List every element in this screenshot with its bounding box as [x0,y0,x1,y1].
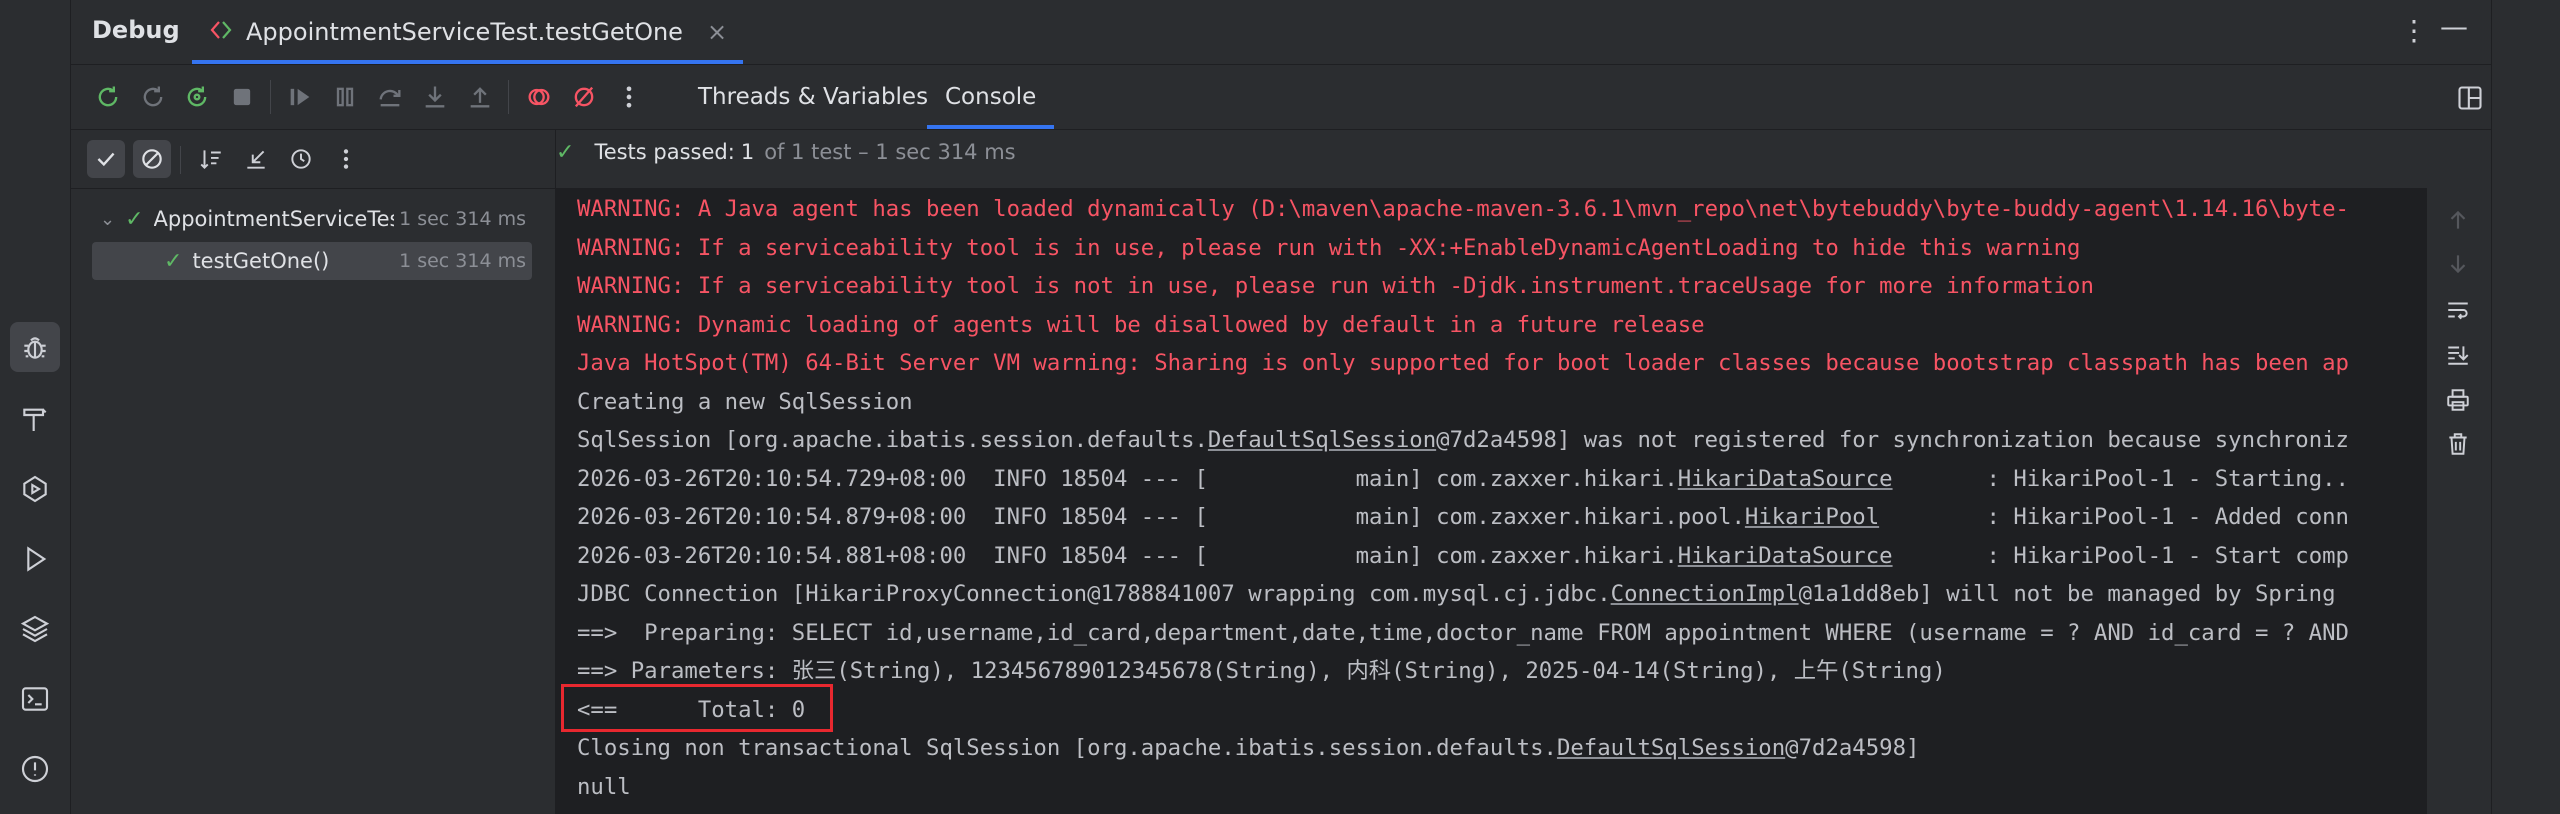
step-over-icon[interactable] [373,80,407,114]
tab-console[interactable]: Console [927,65,1055,129]
soft-wrap-icon[interactable] [2442,294,2474,326]
view-breakpoints-icon[interactable] [522,80,556,114]
test-history-icon[interactable] [282,140,320,178]
status-passed-label: Tests passed: [594,140,735,164]
passed-check-icon: ✓ [164,248,183,274]
test-status-bar: ✓ Tests passed: 1 of 1 test – 1 sec 314 … [556,130,1016,174]
print-icon[interactable] [2442,384,2474,416]
debug-bug-icon[interactable] [10,322,60,372]
status-detail: of 1 test – 1 sec 314 ms [764,140,1016,164]
session-tab-label: AppointmentServiceTest.testGetOne [246,18,683,46]
console-line: 2026-03-26T20:10:54.879+08:00 INFO 18504… [577,504,2349,530]
console-line: 2026-03-26T20:10:54.881+08:00 INFO 18504… [577,542,2349,569]
annotation-highlight-box [561,684,833,732]
panel-title: Debug [92,16,180,44]
console-line: SqlSession [org.apache.ibatis.session.de… [577,427,2349,453]
toolbar-separator [270,80,271,114]
tree-node-duration: 1 sec 314 ms [399,208,526,230]
console-gutter [2426,188,2492,814]
console-line: WARNING: A Java agent has been loaded dy… [577,196,2349,222]
scroll-to-end-icon[interactable] [2442,338,2474,370]
rerun-failed-icon[interactable] [136,80,170,114]
tab-underline [192,60,744,64]
tree-node-test-class[interactable]: ⌄ ✓ AppointmentServiceTest 1 sec 314 ms [92,200,532,238]
tree-node-duration: 1 sec 314 ms [399,250,526,272]
resume-icon[interactable] [283,80,317,114]
toolbar-separator [180,146,181,174]
stop-icon[interactable] [225,80,259,114]
junit-test-icon [208,18,234,46]
rerun-icon[interactable] [91,80,125,114]
rerun-automatically-icon[interactable] [180,80,214,114]
console-line: 2026-03-26T20:10:54.729+08:00 INFO 18504… [577,465,2349,492]
step-into-icon[interactable] [418,80,452,114]
problems-icon[interactable] [10,744,60,794]
layout-settings-icon[interactable] [2456,84,2484,112]
console-line: WARNING: If a serviceability tool is not… [577,273,2094,299]
tool-window-strip [0,0,71,814]
more-options-icon[interactable]: ⋮ [2400,14,2428,47]
chevron-down-icon[interactable]: ⌄ [100,209,115,230]
console-line: Closing non transactional SqlSession [or… [577,735,1920,761]
toolbar-separator [508,80,509,114]
layers-icon[interactable] [10,604,60,654]
passed-check-icon: ✓ [556,139,575,165]
console-line: JDBC Connection [HikariProxyConnection@1… [577,581,2336,607]
collapse-all-icon[interactable] [237,140,275,178]
console-line: ==> Preparing: SELECT id,username,id_car… [577,619,2349,646]
console-line: Creating a new SqlSession [577,388,913,415]
scroll-down-icon[interactable] [2442,248,2474,280]
status-passed-count: 1 [740,140,755,164]
tree-node-label: AppointmentServiceTest [153,207,394,231]
console-line: Java HotSpot(TM) 64-Bit Server VM warnin… [577,350,2349,376]
right-tool-strip [2491,0,2560,814]
passed-check-icon: ✓ [125,206,144,232]
run-icon[interactable] [10,534,60,584]
console-line: ==> Parameters: 张三(String), 123456789012… [577,658,1946,684]
tree-node-label: testGetOne() [192,249,330,273]
console-line: null [577,773,631,800]
tab-session[interactable]: AppointmentServiceTest.testGetOne × [192,0,744,64]
sort-alphabetically-icon[interactable] [192,140,230,178]
tree-more-icon[interactable] [327,140,365,178]
tab-threads-variables[interactable]: Threads & Variables [698,65,928,129]
more-actions-icon[interactable] [612,80,646,114]
console-line: WARNING: If a serviceability tool is in … [577,234,2081,261]
step-out-icon[interactable] [463,80,497,114]
show-ignored-icon[interactable] [133,140,171,178]
tab-console-label: Console [945,84,1037,110]
build-hammer-icon[interactable] [10,394,60,444]
show-passed-icon[interactable] [87,140,125,178]
terminal-icon[interactable] [10,674,60,724]
tab-underline [927,125,1055,129]
console-line: WARNING: Dynamic loading of agents will … [577,311,1705,338]
tree-node-test-method[interactable]: ✓ testGetOne() 1 sec 314 ms [92,242,532,280]
mute-breakpoints-icon[interactable] [567,80,601,114]
scroll-up-icon[interactable] [2442,204,2474,236]
clear-all-icon[interactable] [2442,428,2474,460]
close-icon[interactable]: × [707,18,727,46]
services-icon[interactable] [10,464,60,514]
pause-icon[interactable] [328,80,362,114]
minimize-icon[interactable]: — [2440,10,2468,43]
